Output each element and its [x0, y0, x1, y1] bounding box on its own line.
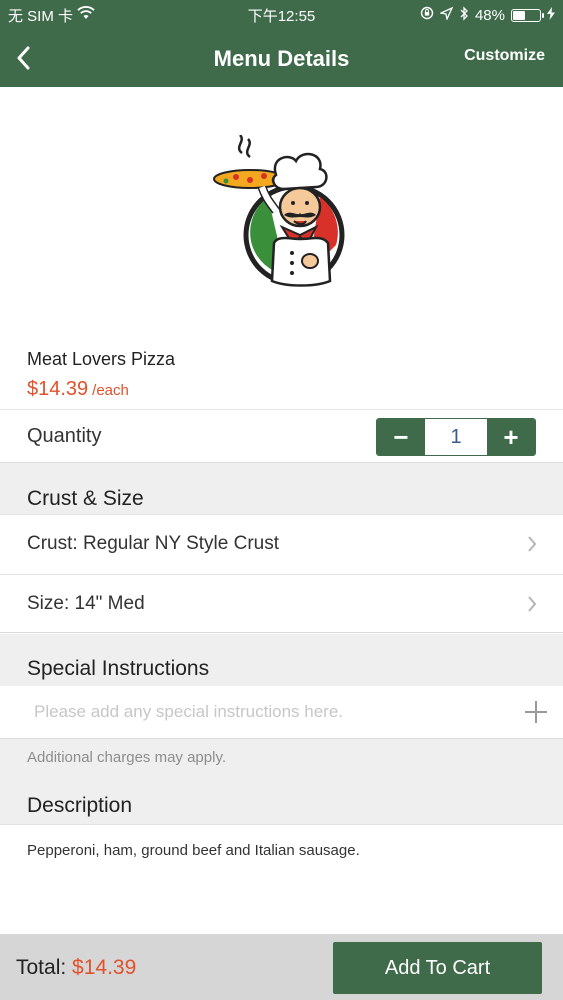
carrier-label: 无 SIM 卡 — [8, 7, 74, 25]
quantity-row: Quantity − 1 + — [0, 409, 563, 463]
special-instructions-header: Special Instructions — [27, 657, 210, 680]
chevron-right-icon — [528, 536, 537, 552]
nav-bar: Menu Details Customize — [0, 30, 563, 87]
add-to-cart-button[interactable]: Add To Cart — [333, 942, 542, 994]
special-instructions-placeholder: Please add any special instructions here… — [34, 702, 344, 721]
customize-button[interactable]: Customize — [464, 47, 545, 65]
quantity-label: Quantity — [27, 425, 102, 447]
battery-percent: 48% — [474, 6, 505, 24]
total-amount: $14.39 — [72, 956, 137, 979]
decrement-button[interactable]: − — [377, 419, 425, 455]
crust-option-label: Crust: Regular NY Style Crust — [27, 533, 280, 554]
location-icon — [438, 6, 454, 24]
bluetooth-icon — [459, 5, 469, 25]
crust-size-section: Crust & Size — [0, 463, 563, 514]
crust-option-row[interactable]: Crust: Regular NY Style Crust — [0, 514, 563, 573]
additional-charges-note: Additional charges may apply. — [27, 749, 226, 766]
chevron-right-icon — [528, 596, 537, 612]
size-option-label: Size: 14" Med — [27, 593, 145, 614]
charging-icon — [547, 6, 555, 24]
special-instructions-field[interactable]: Please add any special instructions here… — [0, 686, 563, 739]
item-price: $14.39/each — [27, 378, 129, 401]
battery-level — [513, 10, 526, 20]
size-option-row[interactable]: Size: 14" Med — [0, 574, 563, 633]
description-header: Description — [27, 794, 133, 817]
order-total: Total: $14.39 — [16, 956, 136, 980]
quantity-value: 1 — [425, 419, 487, 455]
status-bar: 无 SIM 卡 下午12:55 48% — [0, 0, 563, 30]
plus-icon[interactable] — [523, 699, 549, 725]
wifi-icon — [77, 6, 95, 24]
status-left: 无 SIM 卡 — [8, 5, 95, 26]
increment-button[interactable]: + — [487, 419, 535, 455]
description-text: Pepperoni, ham, ground beef and Italian … — [27, 842, 360, 859]
cart-footer: Total: $14.39 Add To Cart — [0, 934, 563, 1000]
item-price-unit: /each — [92, 382, 129, 399]
battery-icon — [511, 8, 544, 22]
item-image — [0, 87, 563, 342]
quantity-stepper[interactable]: − 1 + — [376, 418, 536, 456]
item-price-amount: $14.39 — [27, 378, 89, 400]
rotation-lock-icon — [420, 6, 434, 24]
item-name: Meat Lovers Pizza — [27, 349, 176, 369]
description-body — [0, 824, 563, 934]
total-label: Total: — [16, 956, 67, 979]
special-instructions-section: Special Instructions — [0, 634, 563, 686]
crust-size-header: Crust & Size — [27, 487, 144, 510]
status-right: 48% — [420, 5, 555, 25]
pizza-chef-logo — [212, 134, 344, 287]
